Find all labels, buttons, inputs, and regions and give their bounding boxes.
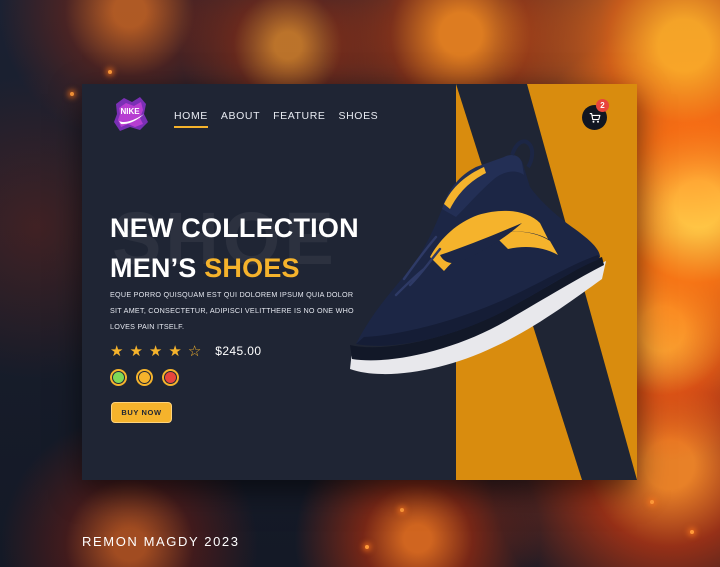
landing-card: NIKE HOME ABOUT FEATURE SHOES 2 SHOE NEW… [82,84,637,480]
ember [70,92,74,96]
color-swatch-green[interactable] [110,369,127,386]
price-label: $245.00 [215,344,262,358]
color-swatch-red[interactable] [162,369,179,386]
ember [108,70,112,74]
hero-title-accent: SHOES [204,253,300,283]
nav-feature[interactable]: FEATURE [273,110,325,128]
star-icon: ★ [110,342,124,360]
brand-logo[interactable]: NIKE [110,94,150,134]
cart-icon [589,112,600,123]
color-options [110,369,179,386]
cart-button[interactable]: 2 [582,99,609,130]
star-icon: ★ [168,342,182,360]
star-outline-icon: ☆ [187,342,202,360]
nike-logo-icon: NIKE [114,97,148,131]
sneaker-image [350,139,606,375]
hero-title-prefix: MEN’S [110,253,205,283]
color-dot [139,372,150,383]
nav-shoes[interactable]: SHOES [339,110,379,128]
main-nav: HOME ABOUT FEATURE SHOES [174,110,378,128]
hero-description: EQUE PORRO QUISQUAM EST QUI DOLOREM IPSU… [110,290,354,331]
ember [690,530,694,534]
nav-about[interactable]: ABOUT [221,110,260,128]
star-icon: ★ [129,342,143,360]
hero-title: NEW COLLECTION MEN’S SHOES [110,208,359,288]
ember [400,508,404,512]
color-dot [113,372,124,383]
star-rating: ★ ★ ★ ★ ☆ [110,342,201,360]
rating-row: ★ ★ ★ ★ ☆ $245.00 [110,342,261,360]
ember [650,500,654,504]
star-icon: ★ [148,342,163,360]
buy-now-button[interactable]: BUY NOW [111,402,172,423]
svg-text:NIKE: NIKE [120,107,140,116]
color-swatch-yellow[interactable] [136,369,153,386]
hero-title-line1: NEW COLLECTION [110,213,359,243]
designer-credit: REMON MAGDY 2023 [82,534,240,549]
nav-home[interactable]: HOME [174,110,208,128]
hero-title-line2: MEN’S SHOES [110,248,359,288]
ember [365,545,369,549]
color-dot [165,372,176,383]
cart-count-badge: 2 [596,99,609,112]
